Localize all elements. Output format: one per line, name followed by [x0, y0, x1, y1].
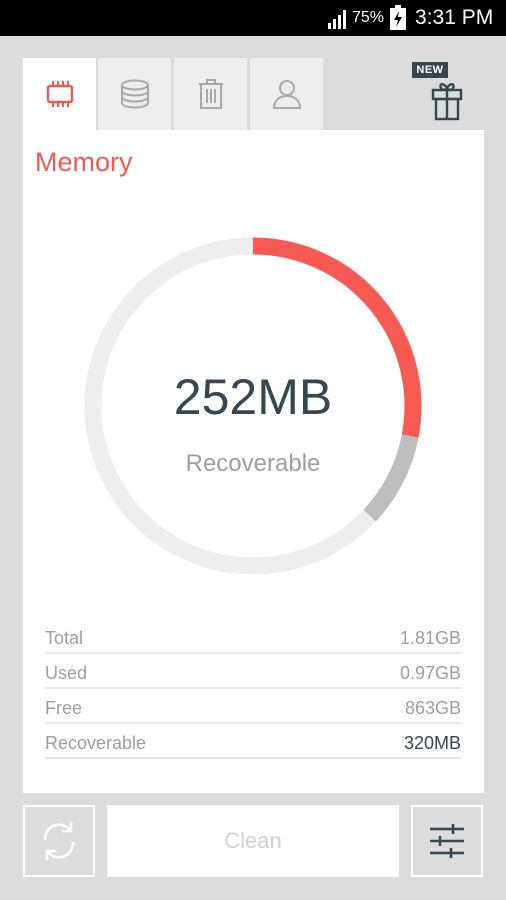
- battery-percent: 75%: [352, 9, 385, 26]
- battery-charging-icon: [390, 5, 406, 30]
- gauge-value: 252MB: [173, 369, 333, 425]
- tab-user[interactable]: [250, 58, 323, 130]
- settings-button[interactable]: [411, 805, 483, 877]
- stat-row-free: Free 863GB: [45, 698, 461, 724]
- tab-memory[interactable]: [23, 58, 96, 130]
- status-clock: 3:31 PM: [415, 6, 494, 29]
- trash-icon: [198, 79, 223, 109]
- tab-trash[interactable]: [174, 58, 247, 130]
- tab-storage[interactable]: [98, 58, 171, 130]
- sliders-icon: [430, 824, 464, 858]
- stat-row-used: Used 0.97GB: [45, 663, 461, 689]
- refresh-icon: [43, 821, 75, 861]
- stat-row-recoverable: Recoverable 320MB: [45, 733, 461, 759]
- stat-value: 320MB: [403, 733, 461, 753]
- gauge-label: Recoverable: [185, 450, 321, 477]
- refresh-button[interactable]: [23, 805, 95, 877]
- status-bar: 75% 3:31 PM: [0, 0, 506, 36]
- user-icon: [272, 80, 301, 109]
- stat-label: Total: [45, 628, 84, 648]
- database-icon: [120, 79, 149, 109]
- stat-label: Recoverable: [45, 733, 147, 753]
- stat-value: 1.81GB: [399, 628, 461, 648]
- stat-label: Free: [45, 698, 83, 718]
- chip-icon: [46, 81, 73, 107]
- stat-value: 863GB: [404, 698, 461, 718]
- card-title: Memory: [35, 147, 133, 177]
- signal-icon: [328, 10, 346, 29]
- gift-button[interactable]: NEW: [412, 60, 464, 122]
- clean-button[interactable]: Clean: [107, 805, 399, 877]
- stat-label: Used: [45, 663, 88, 683]
- stat-row-total: Total 1.81GB: [45, 628, 461, 654]
- memory-card: Memory 252MB Recoverable Total 1.81GB Us…: [23, 130, 484, 793]
- stat-value: 0.97GB: [399, 663, 461, 683]
- gift-icon: [431, 83, 463, 121]
